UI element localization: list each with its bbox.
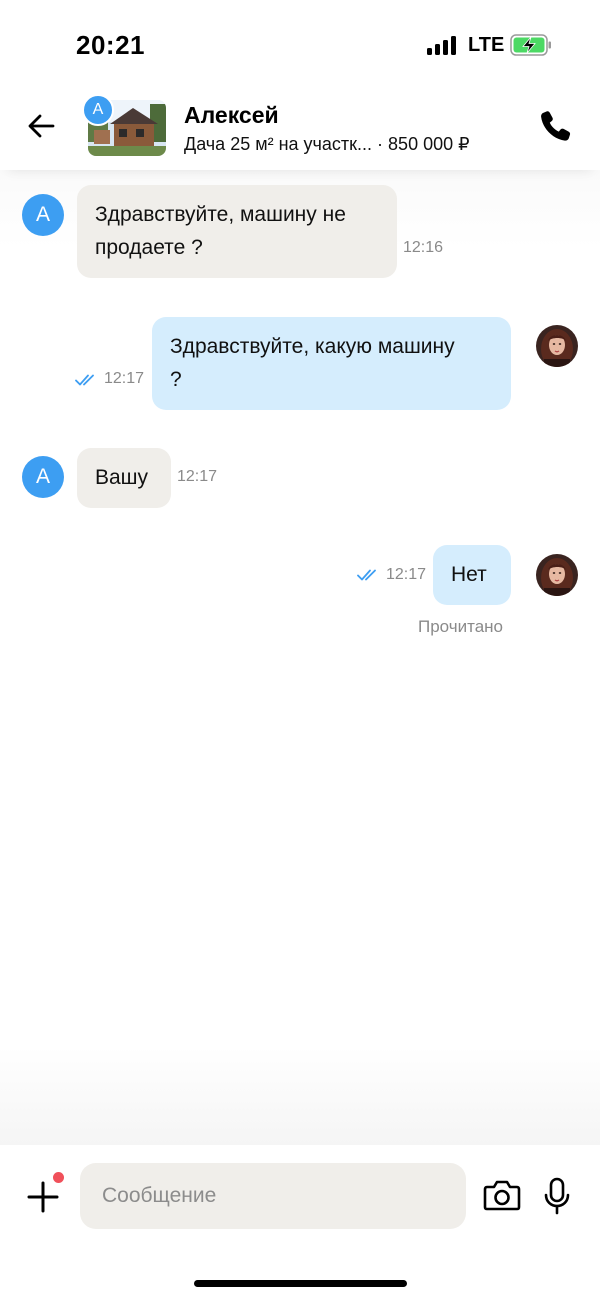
chat-header: А Алексей Дача 25 м² на участк... · 850 … (0, 80, 600, 170)
back-arrow-icon[interactable] (24, 108, 60, 144)
message-time: 12:17 (386, 566, 427, 583)
sender-avatar[interactable]: А (22, 194, 64, 236)
message-text-line: Здравствуйте, какую машину (170, 335, 455, 358)
message-time: 12:17 (177, 468, 218, 485)
phone-icon[interactable] (538, 108, 574, 144)
message-text-line: Вашу (95, 466, 149, 489)
incoming-message-bubble[interactable]: Вашу (77, 448, 171, 508)
message-list[interactable]: А Здравствуйте, машину не продаете ? 12:… (0, 170, 600, 1145)
message-time: 12:17 (104, 370, 145, 387)
double-check-icon (75, 374, 94, 386)
message-text-line: Здравствуйте, машину не (95, 203, 346, 226)
user-photo (536, 325, 578, 367)
listing-title[interactable]: Дача 25 м² на участк... · 850 000 ₽ (184, 134, 470, 155)
user-photo (536, 554, 578, 596)
home-indicator (194, 1280, 407, 1287)
message-text-line: продаете ? (95, 236, 203, 259)
contact-avatar: А (82, 94, 114, 126)
contact-name[interactable]: Алексей (184, 102, 279, 129)
incoming-message-bubble[interactable]: Здравствуйте, машину не продаете ? (77, 185, 397, 278)
outgoing-message-bubble[interactable]: Здравствуйте, какую машину ? (152, 317, 511, 410)
network-type: LTE (468, 34, 505, 56)
status-time: 20:21 (76, 30, 145, 60)
outgoing-message-bubble[interactable]: Нет (433, 545, 511, 605)
notification-dot (53, 1172, 64, 1183)
message-text-line: ? (170, 368, 182, 391)
status-bar: 20:21 LTE (0, 0, 600, 80)
message-time: 12:16 (403, 239, 444, 256)
read-status: Прочитано (418, 617, 503, 636)
user-avatar[interactable] (536, 554, 578, 596)
battery-charging-icon (510, 34, 551, 56)
message-composer (0, 1145, 600, 1300)
sender-avatar[interactable]: А (22, 456, 64, 498)
camera-icon[interactable] (483, 1178, 521, 1212)
attach-plus-icon[interactable] (26, 1180, 60, 1214)
double-check-icon (357, 569, 376, 581)
microphone-icon[interactable] (543, 1177, 571, 1215)
signal-icon (427, 35, 457, 55)
user-avatar[interactable] (536, 325, 578, 367)
message-input[interactable] (80, 1163, 466, 1229)
message-text-line: Нет (451, 563, 487, 586)
